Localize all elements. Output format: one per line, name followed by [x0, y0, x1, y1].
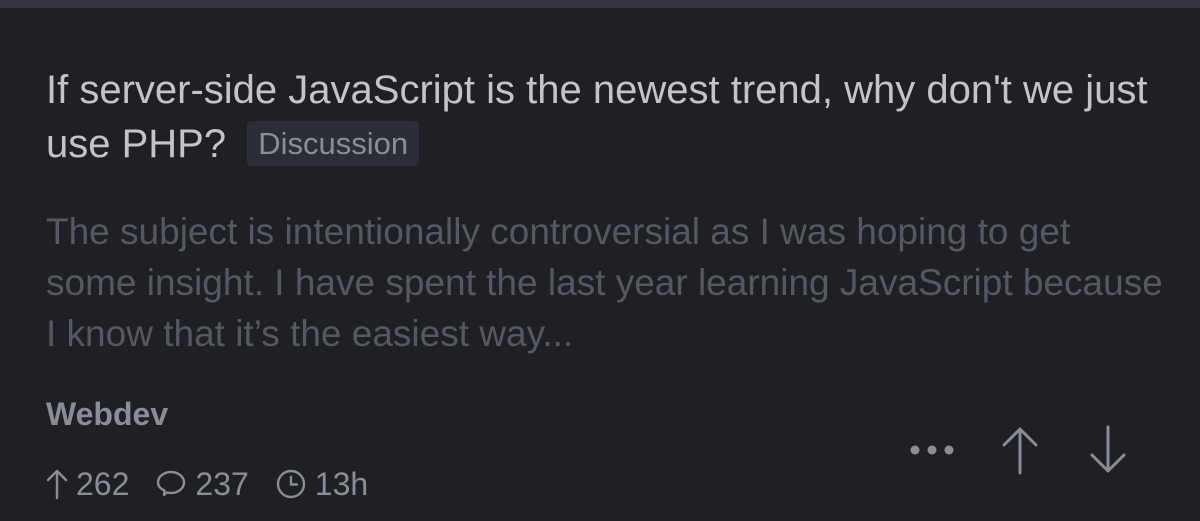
post-actions: [902, 420, 1138, 480]
more-dots-icon: [909, 444, 955, 456]
age-value: 13h: [314, 465, 369, 502]
score-value: 262: [76, 465, 130, 502]
post-title[interactable]: If server-side JavaScript is the newest …: [46, 63, 1156, 171]
more-options-button[interactable]: [902, 420, 962, 480]
post-preview: The subject is intentionally controversi…: [46, 211, 1163, 354]
downvote-arrow-icon: [1088, 425, 1128, 475]
post-stats: 262 237 13h: [46, 463, 394, 505]
community-name[interactable]: Webdev: [46, 394, 168, 434]
downvote-button[interactable]: [1078, 420, 1138, 480]
upvote-arrow-icon: [1000, 425, 1040, 475]
clock-icon: [275, 468, 307, 500]
score-stat: 262: [46, 466, 129, 503]
comments-stat[interactable]: 237: [155, 465, 249, 503]
flair-badge: Discussion: [247, 121, 420, 166]
post-title-text[interactable]: If server-side JavaScript is the newest …: [46, 68, 1147, 166]
post-card[interactable]: If server-side JavaScript is the newest …: [0, 8, 1200, 521]
comment-bubble-icon: [155, 468, 187, 500]
upvote-button[interactable]: [990, 420, 1050, 480]
comments-value: 237: [195, 465, 249, 502]
arrow-up-icon: [46, 468, 68, 500]
top-divider: [0, 0, 1200, 8]
age-stat: 13h: [275, 466, 368, 503]
